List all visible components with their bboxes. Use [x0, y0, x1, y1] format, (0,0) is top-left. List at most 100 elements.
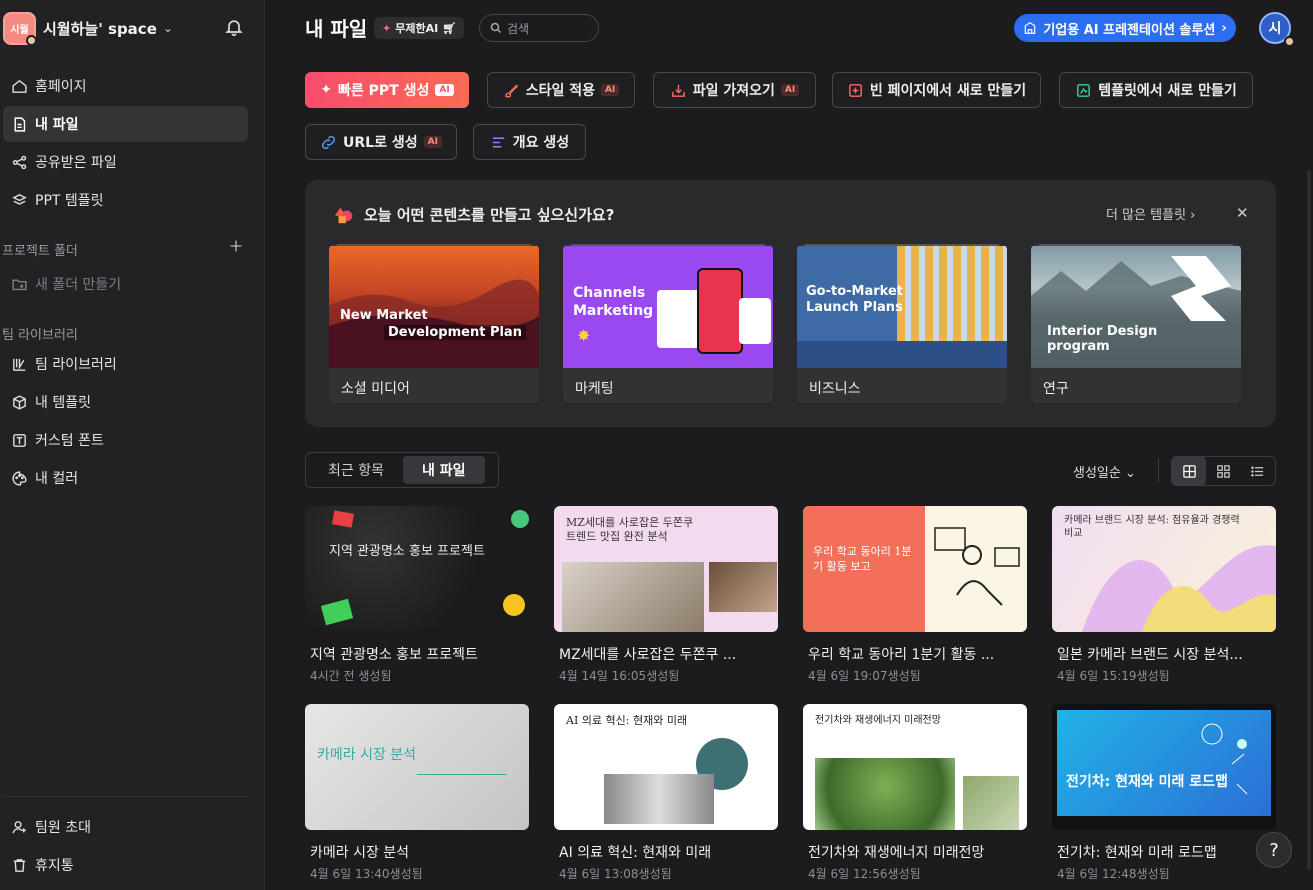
- project-folder-title: 프로젝트 폴더: [2, 244, 78, 259]
- file-card[interactable]: 지역 관광명소 홍보 프로젝트 지역 관광명소 홍보 프로젝트 4시간 전 생성…: [305, 506, 529, 684]
- chevron-right-icon: ›: [1190, 208, 1196, 223]
- enterprise-solution-button[interactable]: 기업용 AI 프레젠테이션 솔루션 ›: [1014, 14, 1236, 42]
- list-icon: [1250, 466, 1263, 476]
- search-input[interactable]: 검색: [479, 14, 599, 42]
- file-card[interactable]: 전기차와 재생에너지 미래전망 전기차와 재생에너지 미래전망 4월 6일 12…: [803, 704, 1027, 882]
- ai-tag: AI: [600, 84, 620, 96]
- list-view-button[interactable]: [1240, 457, 1274, 485]
- ai-tag: AI: [435, 84, 454, 96]
- import-icon: [671, 84, 685, 97]
- thumb-title: New Market: [340, 308, 428, 323]
- panel-title: 오늘 어떤 콘텐츠를 만들고 싶으신가요?: [333, 204, 614, 225]
- close-icon[interactable]: ✕: [1236, 204, 1249, 222]
- grid-small-icon: [1216, 464, 1230, 478]
- user-avatar[interactable]: 시: [1259, 12, 1295, 47]
- sidebar-item-my-templates[interactable]: 내 템플릿: [3, 384, 248, 420]
- import-file-button[interactable]: 파일 가져오기 AI: [653, 72, 816, 108]
- sidebar-item-shared[interactable]: 공유받은 파일: [3, 144, 248, 180]
- plus-icon[interactable]: [228, 238, 244, 254]
- sun-icon: ✸: [577, 326, 591, 345]
- thumb-title: Go-to-Market Launch Plans: [806, 284, 903, 316]
- template-card-business[interactable]: Go-to-Market Launch Plans 비즈니스: [797, 244, 1007, 403]
- new-from-template-button[interactable]: 템플릿에서 새로 만들기: [1059, 72, 1253, 108]
- apply-style-button[interactable]: 스타일 적용 AI: [487, 72, 635, 108]
- page-title: 내 파일: [305, 17, 368, 41]
- new-folder-button[interactable]: 새 폴더 만들기: [3, 266, 248, 302]
- file-card[interactable]: 카메라 시장 분석 카메라 시장 분석 4월 6일 13:40생성됨: [305, 704, 529, 882]
- template-label: 연구: [1043, 381, 1069, 397]
- template-thumbnail: Go-to-Market Launch Plans: [797, 246, 1007, 368]
- trash-button[interactable]: 휴지통: [3, 847, 248, 883]
- sort-dropdown[interactable]: 생성일순 ⌄: [1073, 462, 1136, 481]
- template-card-marketing[interactable]: Channels Marketing ✸ 마케팅: [563, 244, 773, 403]
- library-icon: [13, 358, 26, 371]
- file-date: 4월 14일 16:05생성됨: [559, 669, 680, 683]
- workspace-name: 시월하늘' space: [43, 19, 157, 38]
- template-card-research[interactable]: Interior Design program 연구: [1031, 244, 1241, 403]
- more-templates-link[interactable]: 더 많은 템플릿 ›: [1106, 204, 1195, 223]
- thumb-title-b: program: [1047, 339, 1110, 354]
- home-icon: [12, 79, 27, 93]
- sidebar-item-custom-fonts[interactable]: 커스텀 폰트: [3, 422, 248, 458]
- sidebar-item-label: 팀원 초대: [35, 820, 91, 836]
- file-name: 일본 카메라 브랜드 시장 분석...: [1057, 647, 1243, 663]
- file-card[interactable]: AI 의료 혁신: 현재와 미래 AI 의료 혁신: 현재와 미래 4월 6일 …: [554, 704, 778, 882]
- file-name: 전기차: 현재와 미래 로드맵: [1057, 845, 1217, 861]
- invite-icon: [12, 820, 26, 833]
- template-add-icon: [1077, 83, 1091, 97]
- file-card[interactable]: MZ세대를 사로잡은 두쫀쿠 트렌드 맛집 완전 분석 MZ세대를 사로잡은 두…: [554, 506, 778, 684]
- file-date: 4월 6일 15:19생성됨: [1057, 669, 1170, 683]
- file-date: 4월 6일 13:40생성됨: [310, 867, 423, 881]
- quick-ppt-button[interactable]: ✦ 빠른 PPT 생성 AI: [305, 72, 469, 108]
- sidebar-item-team-library[interactable]: 팀 라이브러리: [3, 346, 248, 382]
- action-label: URL로 생성: [343, 135, 418, 151]
- file-card[interactable]: 전기차: 현재와 미래 로드맵 전기차: 현재와 미래 로드맵 4월 6일 12…: [1052, 704, 1276, 882]
- small-grid-view-button[interactable]: [1206, 457, 1240, 485]
- template-card-social[interactable]: New Market Development Plan 소셜 미디어: [329, 244, 539, 403]
- file-card[interactable]: 카메라 브랜드 시장 분석: 점유율과 경쟁력 비교 일본 카메라 브랜드 시장…: [1052, 506, 1276, 684]
- file-date: 4월 6일 19:07생성됨: [808, 669, 921, 683]
- sidebar-item-label: 내 템플릿: [35, 395, 91, 411]
- workspace-switcher[interactable]: 시월 시월하늘' space ⌄: [3, 11, 258, 46]
- sidebar-item-label: 팀 라이브러리: [35, 357, 117, 373]
- thumb-text: 전기차와 재생에너지 미래전망: [815, 715, 941, 726]
- large-grid-view-button[interactable]: [1172, 457, 1206, 485]
- help-button[interactable]: ?: [1256, 832, 1292, 868]
- new-blank-button[interactable]: 빈 페이지에서 새로 만들기: [832, 72, 1041, 108]
- divider: [1158, 458, 1159, 482]
- url-generate-button[interactable]: URL로 생성 AI: [305, 124, 457, 160]
- sidebar-item-ppt-templates[interactable]: PPT 템플릿: [3, 182, 248, 218]
- more-templates-label: 더 많은 템플릿: [1106, 208, 1187, 223]
- sidebar-item-my-colors[interactable]: 내 컬러: [3, 460, 248, 496]
- invite-member-button[interactable]: 팀원 초대: [3, 809, 248, 845]
- outline-generate-button[interactable]: 개요 생성: [473, 124, 586, 160]
- bell-icon[interactable]: [224, 17, 244, 37]
- action-label: 스타일 적용: [525, 83, 595, 99]
- file-thumbnail: 카메라 시장 분석: [305, 704, 529, 830]
- thumb-text: AI 의료 혁신: 현재와 미래: [566, 714, 688, 727]
- file-thumbnail: MZ세대를 사로잡은 두쫀쿠 트렌드 맛집 완전 분석: [554, 506, 778, 632]
- action-label: 템플릿에서 새로 만들기: [1098, 83, 1237, 99]
- file-thumbnail: 전기차와 재생에너지 미래전망: [803, 704, 1027, 830]
- sidebar-item-label: 휴지통: [35, 858, 74, 874]
- file-card[interactable]: 우리 학교 동아리 1분기 활동 보고 우리 학교 동아리 1분기 활동 ...…: [803, 506, 1027, 684]
- thumb-title-a: Go-to-Market: [806, 284, 903, 299]
- template-panel: 오늘 어떤 콘텐츠를 만들고 싶으신가요? 더 많은 템플릿 › ✕ New M…: [305, 180, 1276, 427]
- team-library-title: 팀 라이브러리: [2, 328, 78, 343]
- tab-recent[interactable]: 최근 항목: [309, 456, 403, 484]
- file-name: MZ세대를 사로잡은 두쫀쿠 ...: [559, 647, 737, 663]
- template-thumbnail: Channels Marketing ✸: [563, 246, 773, 368]
- building-icon: [1025, 22, 1036, 34]
- file-date: 4시간 전 생성됨: [310, 669, 392, 683]
- unlimited-ai-badge[interactable]: ✦ 무제한AI 🛒︎: [374, 17, 465, 39]
- chevron-right-icon: ›: [1221, 20, 1227, 36]
- scrollbar[interactable]: [1307, 170, 1311, 870]
- main-content: 내 파일 ✦ 무제한AI 🛒︎ 검색 기업용 AI 프레젠테이션 솔루션 › 시…: [265, 0, 1313, 890]
- sidebar-item-my-files[interactable]: 내 파일: [3, 106, 248, 142]
- palette-icon: [12, 470, 27, 486]
- sidebar-item-home[interactable]: 홈페이지: [3, 68, 248, 104]
- action-label: 빠른 PPT 생성: [338, 83, 430, 99]
- thumb-title: Interior Design program: [1047, 324, 1157, 354]
- tab-my-files[interactable]: 내 파일: [402, 456, 485, 484]
- search-placeholder: 검색: [507, 21, 530, 36]
